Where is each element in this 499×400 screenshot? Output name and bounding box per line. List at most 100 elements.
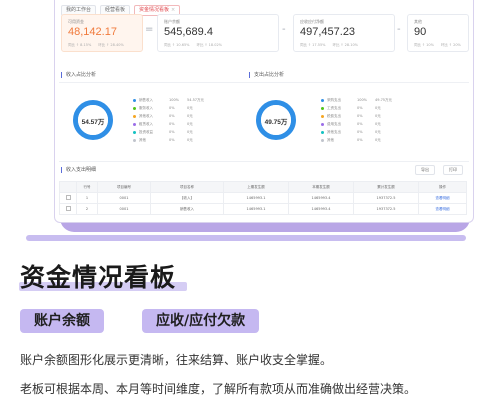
legend-row[interactable]: 工资支出 0% 0元	[321, 104, 399, 112]
legend-dot-icon	[321, 114, 324, 118]
table-header-cell: 本期发生额	[288, 181, 354, 193]
table-header-cell: 累计发生额	[353, 181, 419, 193]
legend-row[interactable]: 其他 0% 0元	[133, 136, 211, 144]
item-name: 【收入】	[150, 192, 224, 204]
section-title-detail: 收入支出明细	[61, 167, 96, 173]
table-header-cell: 行号	[76, 181, 98, 193]
export-button[interactable]: 导出	[415, 165, 435, 175]
row-number: 1	[76, 192, 98, 204]
legend-percent: 0%	[357, 138, 363, 142]
total-amount: 1937372.5	[353, 192, 419, 204]
description-line: 账户余额图形化展示更清晰，往来结算、账户收支全掌握。	[20, 353, 333, 367]
legend-amount: 54.57万元	[187, 97, 205, 102]
feature-tag-account-balance: 账户余额	[20, 309, 104, 333]
legend-dot-icon	[321, 138, 324, 142]
item-code: 0001	[97, 192, 151, 204]
kpi-trend: 同比 ↑ 10.65% 环比 ↑ 18.02%	[164, 43, 223, 47]
legend-percent: 0%	[357, 114, 363, 118]
legend-dot-icon	[321, 122, 324, 126]
headline: 资金情况看板	[20, 263, 177, 292]
legend-amount: 0元	[187, 129, 193, 134]
item-code: 0001	[97, 203, 151, 215]
detail-table: 行号 项目编号 项目名称 上期发生额 本期发生额 累计发生额 操作 1 0001…	[59, 181, 467, 215]
legend-name: 费用支出	[327, 121, 341, 126]
minus-operator: -	[397, 24, 401, 35]
view-detail-link[interactable]: 查看明细	[418, 203, 467, 215]
legend-amount: 0元	[187, 113, 193, 118]
legend-dot-icon	[321, 130, 324, 134]
close-icon[interactable]: ×	[171, 7, 175, 13]
row-checkbox[interactable]	[59, 203, 77, 215]
kpi-card-net-receivable[interactable]: 应收应付净额 497,457.23 同比 ↑ 17.55% 环比 ↑ 28.10…	[293, 14, 395, 52]
legend-dot-icon	[133, 114, 136, 118]
legend-percent: 0%	[169, 122, 175, 126]
income-legend: 销售收入 100% 54.57万元 服务收入 0% 0元 其他收入 0% 0元 租赁收入 0% 0元投…	[133, 96, 211, 144]
item-name: 销售收入	[150, 203, 224, 215]
kpi-value: 545,689.4	[164, 26, 213, 38]
tab-label: 资金情况看板	[139, 7, 170, 13]
current-amount: 1465993.4	[288, 192, 354, 204]
legend-percent: 100%	[169, 98, 180, 102]
divider	[59, 82, 249, 83]
total-amount: 1937372.5	[353, 203, 419, 215]
legend-percent: 0%	[357, 106, 363, 110]
table-row[interactable]: 1 0001 【收入】 1465993.1 1465993.4 1937372.…	[59, 192, 467, 204]
legend-row[interactable]: 服务收入 0% 0元	[133, 104, 211, 112]
legend-amount: 0元	[375, 137, 381, 142]
legend-row[interactable]: 租赁收入 0% 0元	[133, 120, 211, 128]
legend-row[interactable]: 采购支出 100% 49.75万元	[321, 96, 399, 104]
legend-name: 服务收入	[139, 105, 153, 110]
legend-name: 销售收入	[139, 97, 153, 102]
legend-row[interactable]: 费用支出 0% 0元	[321, 120, 399, 128]
view-detail-link[interactable]: 查看明细	[418, 192, 467, 204]
legend-dot-icon	[321, 106, 324, 110]
legend-amount: 0元	[375, 105, 381, 110]
kpi-value: 497,457.23	[300, 26, 356, 38]
kpi-card-account-balance[interactable]: 账户余额 545,689.4 同比 ↑ 10.65% 环比 ↑ 18.02%	[157, 14, 279, 52]
legend-amount: 0元	[375, 121, 381, 126]
kpi-card-other[interactable]: 其他 90 同比 ↑ 10% 环比 ↑ 20%	[407, 14, 469, 52]
row-checkbox[interactable]	[59, 192, 77, 204]
feature-tag-receivable-payable: 应收/应付欠款	[142, 309, 260, 333]
legend-amount: 0元	[187, 105, 193, 110]
legend-name: 其他	[327, 137, 334, 142]
legend-amount: 0元	[375, 113, 381, 118]
legend-name: 工资支出	[327, 105, 341, 110]
legend-row[interactable]: 税费支出 0% 0元	[321, 112, 399, 120]
kpi-trend: 同比 ↑ 8.15% 环比 ↑ 28.40%	[68, 43, 124, 47]
table-row[interactable]: 2 0001 销售收入 1465993.1 1465993.4 1937372.…	[59, 203, 467, 215]
current-amount: 1465993.4	[288, 203, 354, 215]
table-header-cell: 项目名称	[150, 181, 224, 193]
kpi-value: 90	[414, 26, 427, 38]
row-number: 2	[76, 203, 98, 215]
previous-amount: 1465993.1	[223, 192, 289, 204]
kpi-trend: 同比 ↑ 10% 环比 ↑ 20%	[414, 43, 461, 47]
equals-operator: =	[145, 24, 154, 35]
dashboard-panel: 我的工作台 经营看板 资金情况看板 × 可用资金 48,142.17 同比 ↑ 8…	[54, 0, 474, 223]
legend-dot-icon	[133, 98, 136, 102]
legend-row[interactable]: 其他支出 0% 0元	[321, 128, 399, 136]
legend-percent: 0%	[169, 138, 175, 142]
legend-percent: 0%	[169, 130, 175, 134]
legend-dot-icon	[321, 98, 324, 102]
legend-dot-icon	[133, 130, 136, 134]
legend-name: 租赁收入	[139, 121, 153, 126]
legend-percent: 0%	[357, 130, 363, 134]
kpi-value: 48,142.17	[68, 26, 117, 38]
legend-percent: 0%	[357, 122, 363, 126]
kpi-card-available-funds[interactable]: 可用资金 48,142.17 同比 ↑ 8.15% 环比 ↑ 28.40%	[61, 14, 143, 52]
section-title-income: 收入占比分析	[61, 72, 96, 78]
divider	[247, 82, 469, 83]
table-header-row: 行号 项目编号 项目名称 上期发生额 本期发生额 累计发生额 操作	[59, 181, 467, 193]
legend-row[interactable]: 其他收入 0% 0元	[133, 112, 211, 120]
kpi-label: 其他	[414, 19, 422, 24]
kpi-label: 账户余额	[164, 19, 180, 24]
print-button[interactable]: 打印	[443, 165, 463, 175]
legend-row[interactable]: 其他 0% 0元	[321, 136, 399, 144]
legend-name: 税费支出	[327, 113, 341, 118]
description-line: 老板可根据本周、本月等时间维度，了解所有款项从而准确做出经营决策。	[20, 382, 417, 396]
legend-row[interactable]: 投资收益 0% 0元	[133, 128, 211, 136]
screenshot-frame-base	[26, 235, 466, 241]
legend-row[interactable]: 销售收入 100% 54.57万元	[133, 96, 211, 104]
legend-amount: 0元	[187, 121, 193, 126]
